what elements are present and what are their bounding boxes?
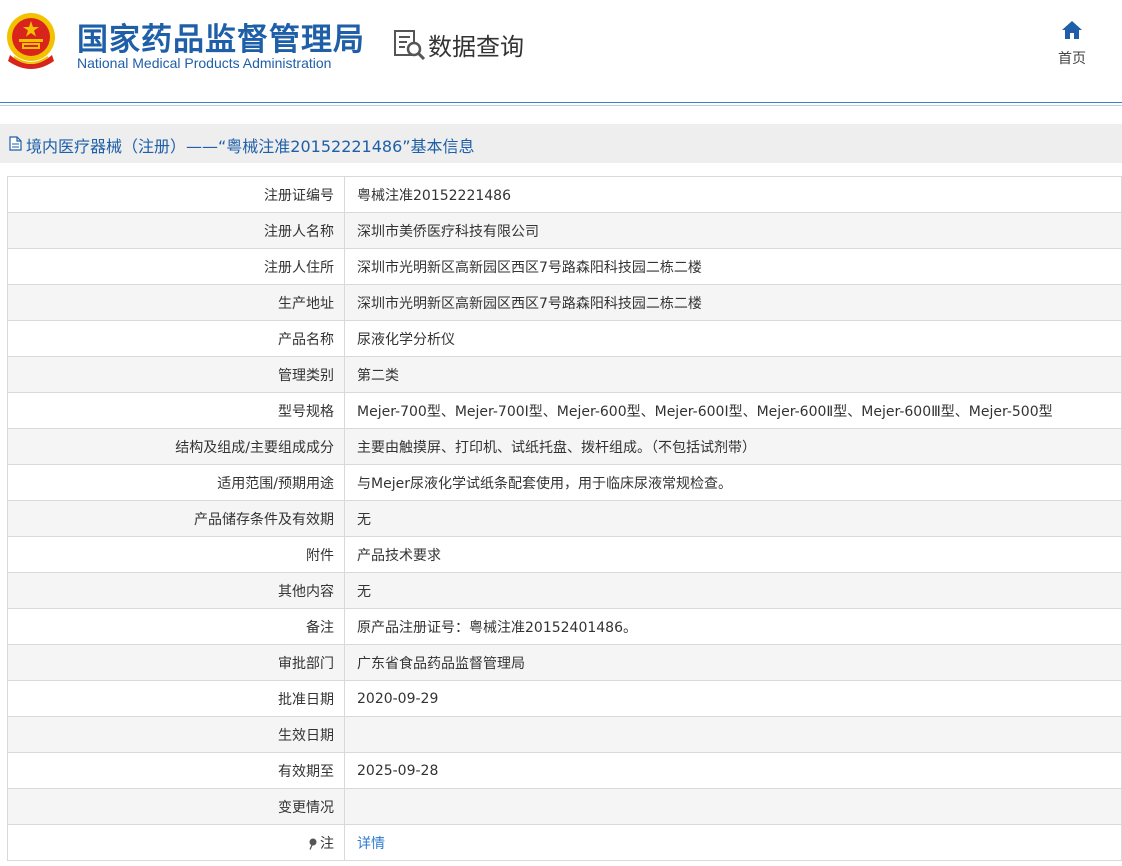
record-title-bar: 境内医疗器械（注册）——“粤械注准20152221486”基本信息 bbox=[0, 124, 1122, 163]
field-label: 审批部门 bbox=[7, 644, 345, 681]
national-emblem bbox=[7, 13, 55, 69]
registration-info-table: 注册证编号 粤械注准20152221486 注册人名称 深圳市美侨医疗科技有限公司 注册… bbox=[7, 176, 1122, 861]
note-value-cell: 详情 bbox=[344, 824, 1122, 861]
table-row: 变更情况 bbox=[7, 788, 1122, 825]
field-value: 粤械注准20152221486 bbox=[344, 176, 1122, 213]
note-row: 注 详情 bbox=[7, 824, 1122, 861]
field-label: 注册证编号 bbox=[7, 176, 345, 213]
field-value: 与Mejer尿液化学试纸条配套使用，用于临床尿液常规检查。 bbox=[344, 464, 1122, 501]
field-value: 无 bbox=[344, 572, 1122, 609]
field-value: 2025-09-28 bbox=[344, 752, 1122, 789]
field-label: 备注 bbox=[7, 608, 345, 645]
field-label: 管理类别 bbox=[7, 356, 345, 393]
field-value: 尿液化学分析仪 bbox=[344, 320, 1122, 357]
table-row: 产品储存条件及有效期无 bbox=[7, 500, 1122, 537]
field-value bbox=[344, 788, 1122, 825]
table-row: 注册人名称 深圳市美侨医疗科技有限公司 bbox=[7, 212, 1122, 249]
table-row: 审批部门 广东省食品药品监督管理局 bbox=[7, 644, 1122, 681]
field-value: Mejer-700型、Mejer-700I型、Mejer-600型、Mejer-… bbox=[344, 392, 1122, 429]
document-search-icon bbox=[394, 30, 426, 61]
field-label: 适用范围/预期用途 bbox=[7, 464, 345, 501]
note-label: 注 bbox=[320, 835, 334, 852]
details-link[interactable]: 详情 bbox=[357, 836, 385, 852]
table-row: 批准日期 2020-09-29 bbox=[7, 680, 1122, 717]
home-icon bbox=[1062, 21, 1082, 39]
table-row: 附件 产品技术要求 bbox=[7, 536, 1122, 573]
field-label: 生产地址 bbox=[7, 284, 345, 321]
table-row: 产品名称 尿液化学分析仪 bbox=[7, 320, 1122, 357]
field-label: 其他内容 bbox=[7, 572, 345, 609]
header-divider-light bbox=[0, 105, 1122, 106]
record-title: 境内医疗器械（注册）——“粤械注准20152221486”基本信息 bbox=[26, 137, 475, 156]
field-label: 注册人住所 bbox=[7, 248, 345, 285]
field-value: 原产品注册证号：粤械注准20152401486。 bbox=[344, 608, 1122, 645]
field-label: 型号规格 bbox=[7, 392, 345, 429]
table-row: 结构及组成/主要组成成分 主要由触摸屏、打印机、试纸托盘、拨杆组成。（不包括试剂带… bbox=[7, 428, 1122, 465]
field-label: 批准日期 bbox=[7, 680, 345, 717]
field-value: 2020-09-29 bbox=[344, 680, 1122, 717]
document-icon bbox=[9, 136, 22, 151]
brand-name-cn: 国家药品监督管理局 bbox=[77, 22, 365, 58]
data-query-title: 数据查询 bbox=[428, 33, 524, 61]
field-label: 注册人名称 bbox=[7, 212, 345, 249]
field-value: 深圳市光明新区高新园区西区7号路森阳科技园二栋二楼 bbox=[344, 284, 1122, 321]
table-row: 生效日期 bbox=[7, 716, 1122, 753]
table-row: 备注 原产品注册证号：粤械注准20152401486。 bbox=[7, 608, 1122, 645]
pushpin-icon bbox=[309, 838, 317, 850]
field-label: 有效期至 bbox=[7, 752, 345, 789]
home-label: 首页 bbox=[1058, 51, 1086, 67]
field-value: 广东省食品药品监督管理局 bbox=[344, 644, 1122, 681]
field-label: 变更情况 bbox=[7, 788, 345, 825]
header-divider bbox=[0, 102, 1122, 103]
field-value: 无 bbox=[344, 500, 1122, 537]
field-value: 深圳市光明新区高新园区西区7号路森阳科技园二栋二楼 bbox=[344, 248, 1122, 285]
table-row: 型号规格 Mejer-700型、Mejer-700I型、Mejer-600型、Me… bbox=[7, 392, 1122, 429]
field-label: 结构及组成/主要组成成分 bbox=[7, 428, 345, 465]
home-link[interactable]: 首页 bbox=[1048, 20, 1096, 70]
table-row: 注册人住所 深圳市光明新区高新园区西区7号路森阳科技园二栋二楼 bbox=[7, 248, 1122, 285]
table-row: 适用范围/预期用途 与Mejer尿液化学试纸条配套使用，用于临床尿液常规检查。 bbox=[7, 464, 1122, 501]
field-label: 生效日期 bbox=[7, 716, 345, 753]
field-label: 产品储存条件及有效期 bbox=[7, 500, 345, 537]
field-value: 产品技术要求 bbox=[344, 536, 1122, 573]
field-label: 产品名称 bbox=[7, 320, 345, 357]
table-row: 管理类别 第二类 bbox=[7, 356, 1122, 393]
field-label: 附件 bbox=[7, 536, 345, 573]
note-label-cell: 注 bbox=[7, 824, 345, 861]
table-row: 有效期至 2025-09-28 bbox=[7, 752, 1122, 789]
table-row: 注册证编号 粤械注准20152221486 bbox=[7, 176, 1122, 213]
field-value: 第二类 bbox=[344, 356, 1122, 393]
table-row: 其他内容无 bbox=[7, 572, 1122, 609]
field-value: 深圳市美侨医疗科技有限公司 bbox=[344, 212, 1122, 249]
table-row: 生产地址 深圳市光明新区高新园区西区7号路森阳科技园二栋二楼 bbox=[7, 284, 1122, 321]
brand-name-en: National Medical Products Administration bbox=[77, 55, 332, 71]
field-value bbox=[344, 716, 1122, 753]
field-value: 主要由触摸屏、打印机、试纸托盘、拨杆组成。（不包括试剂带） bbox=[344, 428, 1122, 465]
site-header: 国家药品监督管理局 National Medical Products Admi… bbox=[0, 0, 1122, 106]
